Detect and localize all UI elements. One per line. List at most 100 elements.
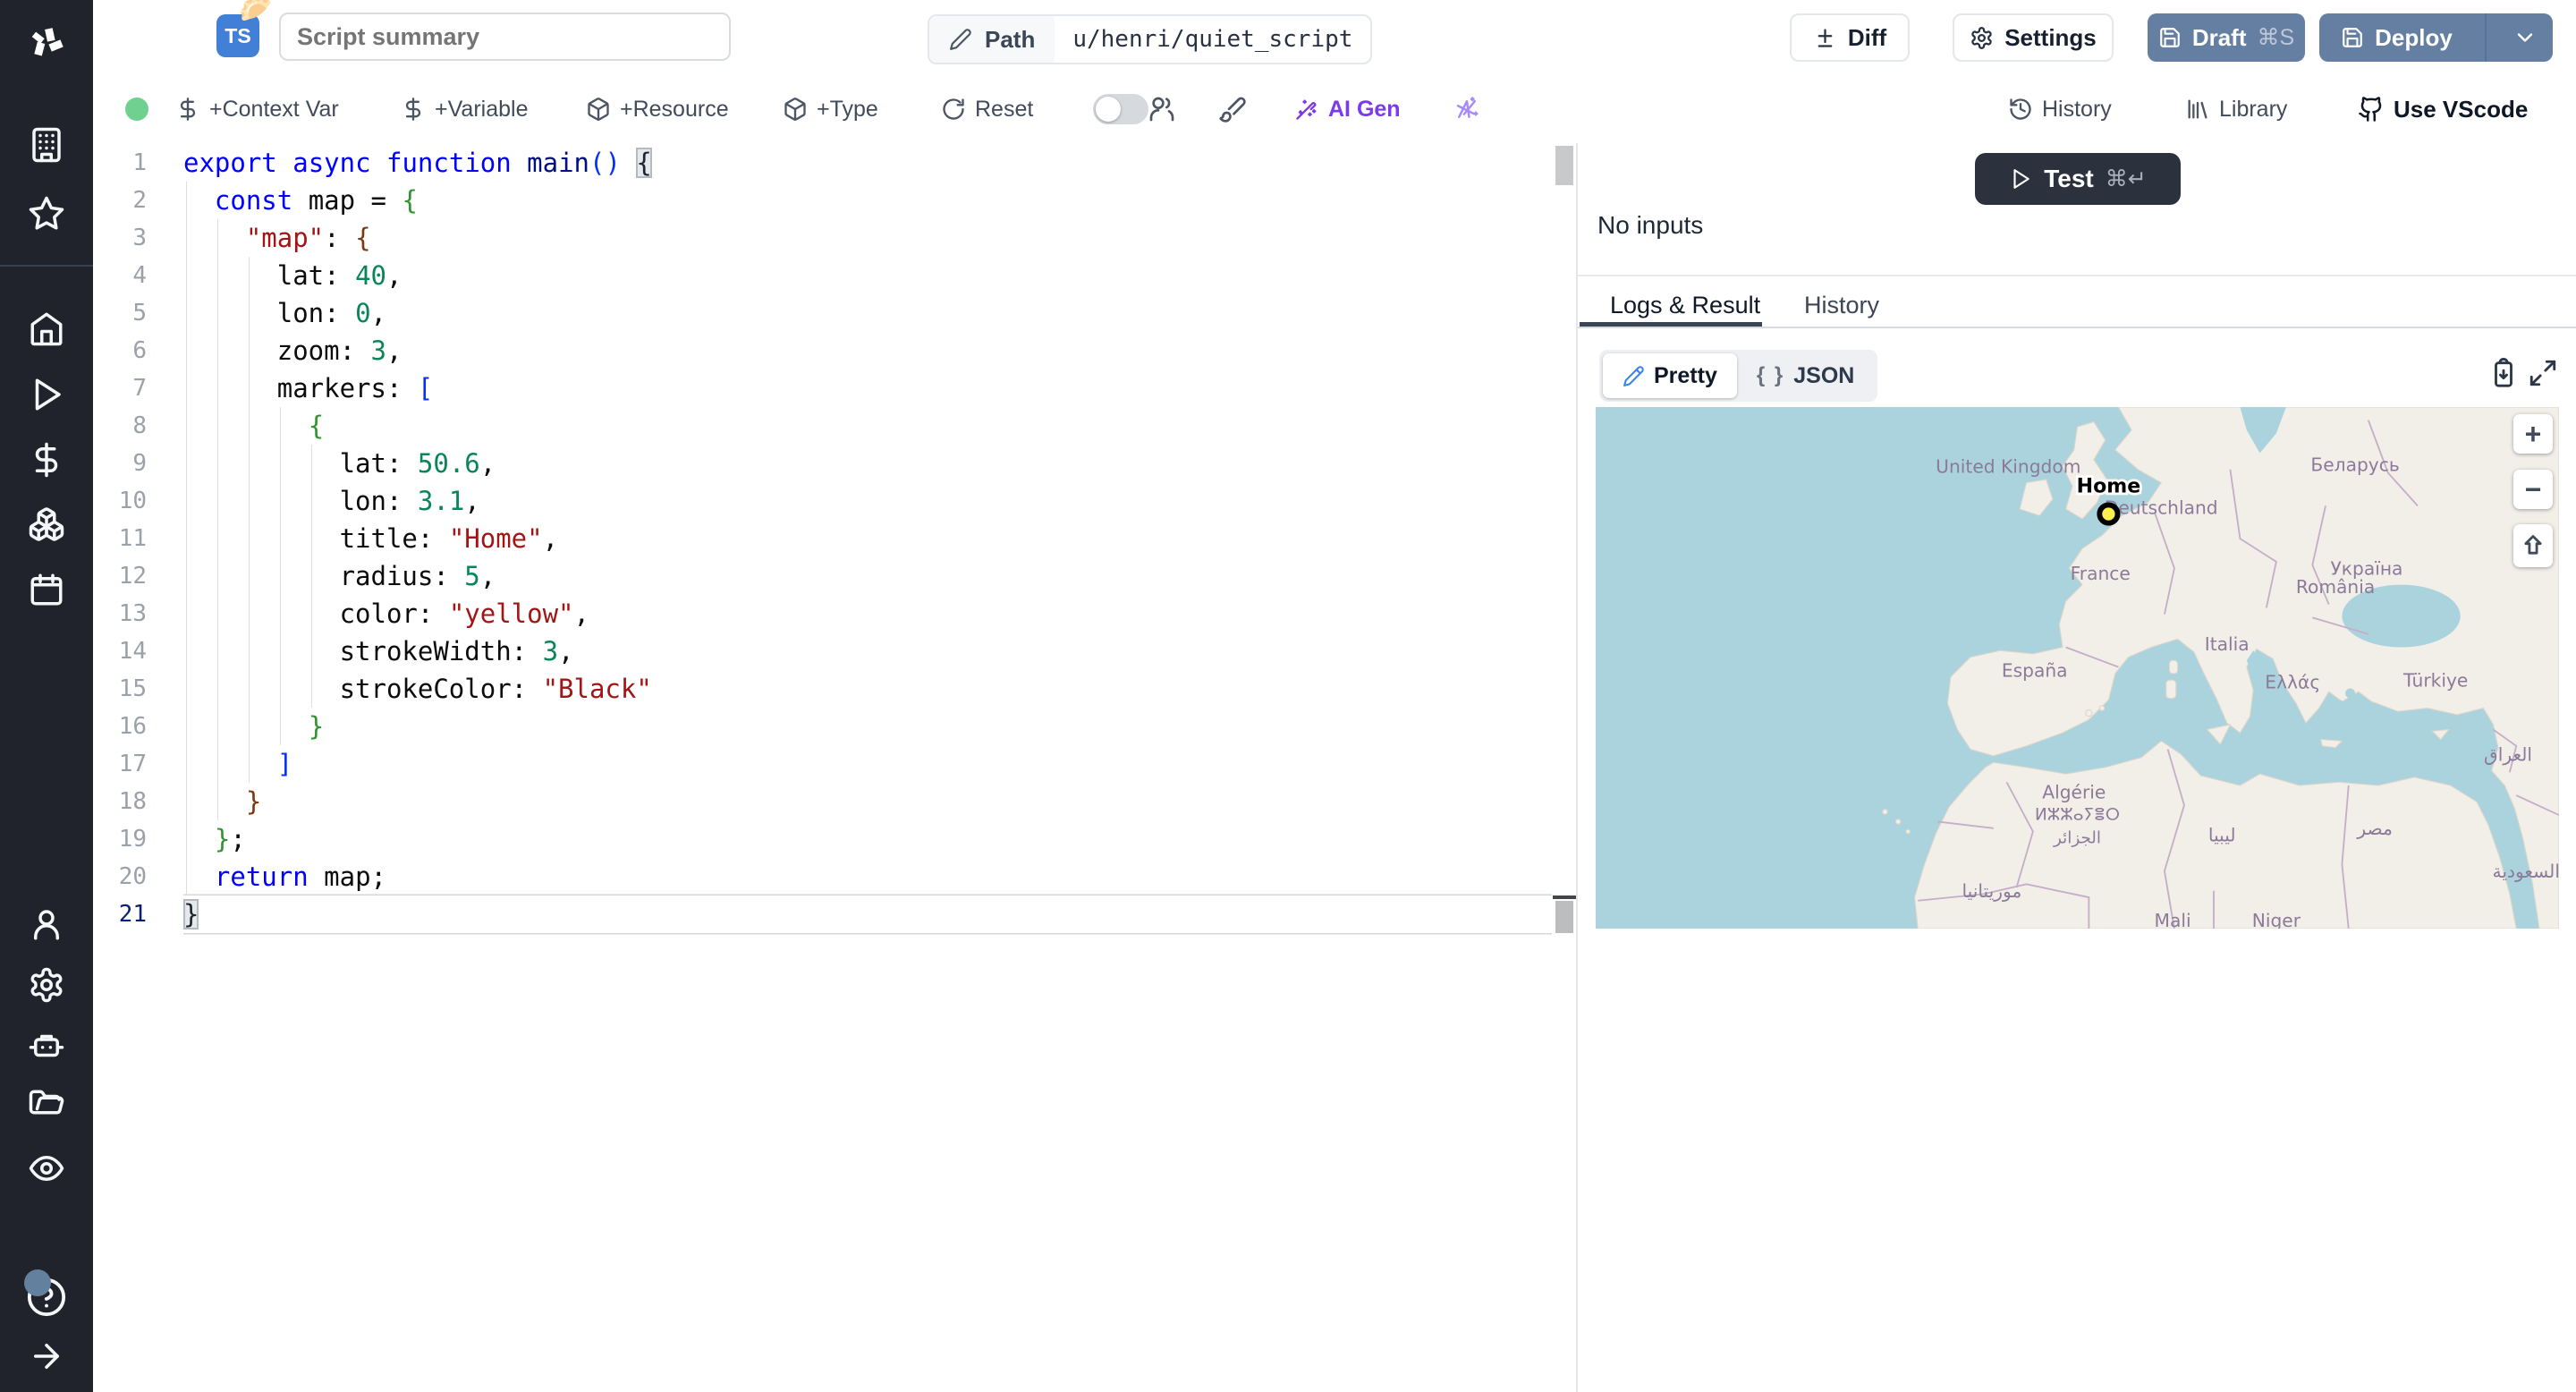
history-button[interactable]: History bbox=[2008, 77, 2112, 141]
code-line: markers: [ bbox=[183, 373, 434, 403]
sidebar-item-audit-logs[interactable] bbox=[0, 1142, 93, 1195]
sidebar-item-workspace[interactable] bbox=[0, 118, 93, 172]
wand-sparkles-icon bbox=[1296, 99, 1317, 120]
tab-logs-result[interactable]: Logs & Result bbox=[1610, 284, 1760, 326]
deploy-dropdown-button[interactable] bbox=[2497, 13, 2553, 62]
map-label-romania: România bbox=[2296, 576, 2375, 598]
code-editor[interactable]: 1 2 3 4 5 6 7 8 9 10 11 12 13 14 15 16 17 18 19 20 21 export… bbox=[93, 143, 1576, 1392]
deploy-button-divider bbox=[2484, 13, 2487, 62]
format-button[interactable] bbox=[1218, 77, 1247, 141]
test-button[interactable]: Test ⌘↵ bbox=[1975, 153, 2181, 205]
tab-history[interactable]: History bbox=[1804, 284, 1879, 326]
map-label-mali: Mali bbox=[2155, 910, 2191, 929]
json-view-button[interactable]: { } JSON bbox=[1737, 353, 1874, 398]
pen-icon bbox=[1623, 365, 1644, 386]
overview-ruler-decoration bbox=[1555, 901, 1573, 933]
dollar-icon bbox=[405, 98, 421, 121]
sidebar-divider bbox=[0, 265, 93, 267]
chevron-down-icon bbox=[2517, 33, 2533, 42]
tabs-bottom-border bbox=[1578, 327, 2576, 328]
help-button[interactable] bbox=[0, 1269, 93, 1324]
add-context-var-button[interactable]: +Context Var bbox=[175, 77, 339, 141]
library-button[interactable]: Library bbox=[2185, 77, 2287, 141]
path-label-section: Path bbox=[929, 16, 1055, 63]
map-label-saudi: السعودية bbox=[2493, 861, 2559, 882]
editor-scrollbar-thumb[interactable] bbox=[1555, 146, 1573, 185]
sidebar-item-settings[interactable] bbox=[0, 958, 93, 1012]
sidebar-item-home[interactable] bbox=[0, 301, 93, 355]
maximize-icon bbox=[2529, 360, 2556, 386]
code-line: ] bbox=[276, 749, 293, 779]
gear-icon bbox=[1971, 26, 1992, 49]
assistant-toggle[interactable] bbox=[1093, 77, 1148, 141]
windmill-logo[interactable] bbox=[0, 16, 93, 70]
code-line: return map; bbox=[214, 862, 386, 892]
expand-result-button[interactable] bbox=[2528, 358, 2558, 388]
gutter: 1 2 3 4 5 6 7 8 9 10 11 12 13 14 15 16 17 18 19 20 21 bbox=[118, 149, 147, 928]
map-result[interactable]: United Kingdom Беларусь Deutschland Fran… bbox=[1596, 407, 2559, 929]
map-zoom-out-button[interactable]: − bbox=[2513, 470, 2553, 509]
deploy-button[interactable]: Deploy bbox=[2319, 13, 2553, 62]
script-emoji: 🥟 bbox=[239, 0, 273, 24]
code-line: "map": { bbox=[245, 223, 371, 253]
map-label-iraq: العراق bbox=[2484, 743, 2532, 765]
sparkles-icon bbox=[1456, 97, 1479, 118]
test-shortcut: ⌘↵ bbox=[2105, 166, 2147, 191]
map-label-uk: United Kingdom bbox=[1936, 456, 2080, 478]
collapse-sidebar-button[interactable] bbox=[0, 1329, 93, 1383]
map-marker-label: Home bbox=[2077, 476, 2141, 498]
code-line: lat: 50.6, bbox=[183, 448, 496, 479]
sidebar-item-resources[interactable] bbox=[0, 497, 93, 551]
code-line: export async function main() { bbox=[183, 148, 652, 178]
copy-result-button[interactable] bbox=[2488, 358, 2519, 388]
add-resource-button[interactable]: +Resource bbox=[586, 77, 729, 141]
map-zoom-in-button[interactable]: + bbox=[2513, 414, 2553, 454]
reset-button[interactable]: Reset bbox=[941, 77, 1033, 141]
sidebar-item-variables[interactable] bbox=[0, 433, 93, 487]
add-variable-button[interactable]: +Variable bbox=[401, 77, 528, 141]
settings-button[interactable]: Settings bbox=[1953, 13, 2114, 62]
map-marker[interactable] bbox=[2097, 502, 2121, 526]
indent-guide bbox=[186, 182, 187, 895]
code-line: title: "Home", bbox=[183, 523, 559, 554]
collaborators-button[interactable] bbox=[1148, 77, 1176, 141]
save-icon bbox=[2159, 28, 2180, 47]
path-value[interactable]: u/henri/quiet_script bbox=[1055, 16, 1370, 63]
github-icon bbox=[2359, 97, 2382, 122]
sidebar-item-runs[interactable] bbox=[0, 368, 93, 421]
sidebar-item-workers[interactable] bbox=[0, 1019, 93, 1073]
history-icon bbox=[2010, 98, 2031, 120]
map-fit-extent-button[interactable] bbox=[2513, 524, 2553, 567]
path-field[interactable]: Path u/henri/quiet_script bbox=[928, 14, 1373, 64]
editor-toolbar: +Context Var +Variable +Resource +Type R… bbox=[93, 77, 2576, 145]
draft-button[interactable]: Draft ⌘S bbox=[2148, 13, 2305, 62]
code-line: strokeWidth: 3, bbox=[183, 636, 574, 666]
map-label-niger: Niger bbox=[2252, 910, 2301, 929]
code-lines: export async function main() { const map… bbox=[183, 144, 1552, 933]
map-label-turkiye: Türkiye bbox=[2402, 670, 2468, 692]
use-vscode-button[interactable]: Use VScode bbox=[2358, 77, 2528, 141]
sidebar-item-favorites[interactable] bbox=[0, 187, 93, 241]
status-dot bbox=[125, 98, 148, 121]
header-bar: TS 🥟 Path u/henri/quiet_script Diff Sett… bbox=[93, 0, 2576, 78]
pretty-view-button[interactable]: Pretty bbox=[1603, 353, 1737, 398]
diff-button[interactable]: Diff bbox=[1790, 13, 1910, 62]
sidebar-item-folders[interactable] bbox=[0, 1079, 93, 1133]
code-line: } bbox=[183, 895, 1552, 933]
run-panel: Test ⌘↵ No inputs Logs & Result History … bbox=[1578, 143, 2576, 1392]
code-line: radius: 5, bbox=[183, 561, 496, 591]
sidebar bbox=[0, 0, 93, 1392]
script-summary-input[interactable] bbox=[279, 13, 731, 61]
windmill-script-editor: TS 🥟 Path u/henri/quiet_script Diff Sett… bbox=[0, 0, 2576, 1392]
sidebar-item-schedules[interactable] bbox=[0, 563, 93, 616]
sidebar-item-users[interactable] bbox=[0, 897, 93, 951]
ai-gen-button[interactable]: AI Gen bbox=[1294, 77, 1401, 141]
map-label-egypt: مصر bbox=[2356, 818, 2393, 839]
map-label-algerie-tifinagh: ⵍⵣⵣⴰⵢⴻⵔ bbox=[2035, 806, 2120, 825]
map-label-libya: ليبيا bbox=[2208, 825, 2236, 846]
add-type-button[interactable]: +Type bbox=[783, 77, 878, 141]
map-label-algerie-arabic: الجزائر bbox=[2053, 828, 2101, 847]
map-label-italia: Italia bbox=[2205, 633, 2250, 655]
play-icon bbox=[2013, 169, 2030, 189]
ai-sparkle-button[interactable] bbox=[1453, 77, 1480, 141]
